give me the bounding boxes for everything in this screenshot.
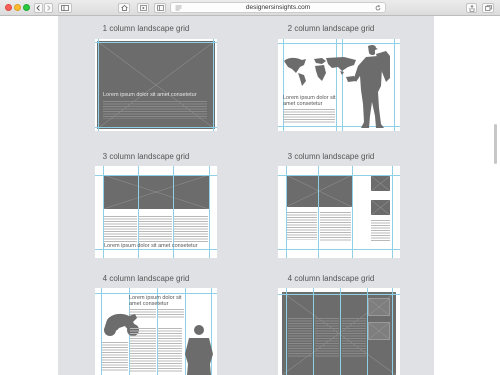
person-silhouette [185, 325, 213, 375]
grid-thumbnail-3col-a[interactable]: Lorem ipsum dolor sit amet consetetur [95, 166, 217, 258]
grid-thumbnail-1col[interactable]: Lorem ipsum dolor sit amet consetetur [95, 39, 217, 131]
grid-thumbnail-4col-a[interactable]: Lorem ipsum dolor sit amet consetetur [95, 288, 217, 375]
home-icon [120, 5, 128, 11]
grid-title-4: 3 column landscape grid [287, 152, 375, 161]
grid-thumbnail-3col-b[interactable] [278, 166, 400, 258]
share-icon [469, 4, 474, 12]
share-button[interactable] [466, 3, 477, 13]
zoom-window-button[interactable] [23, 4, 30, 11]
minimize-window-button[interactable] [14, 4, 21, 11]
grid-title-6: 4 column landscape grid [287, 274, 375, 283]
play-icon [139, 5, 147, 11]
grid-title-3: 3 column landscape grid [102, 152, 190, 161]
image-placeholder-small-1 [371, 176, 390, 191]
home-button[interactable] [118, 3, 130, 13]
chevron-left-icon [36, 5, 40, 11]
sidebar-button[interactable] [58, 3, 72, 13]
back-button[interactable] [34, 3, 43, 13]
web-page: 1 column landscape grid 2 column landsca… [0, 16, 500, 375]
image-placeholder-small-2 [371, 200, 390, 215]
image-placeholder-large [286, 175, 352, 207]
grid-title-1: 1 column landscape grid [102, 24, 190, 33]
tabs-icon [484, 5, 492, 11]
scrollbar-thumb[interactable] [494, 124, 497, 164]
address-bar[interactable]: designersinsights.com [170, 2, 386, 13]
hiker-silhouette [354, 44, 390, 128]
reload-icon[interactable] [375, 5, 381, 11]
lorem-heading: Lorem ipsum dolor sit amet consetetur [103, 92, 197, 98]
grid-thumbnail-4col-b[interactable] [278, 288, 400, 375]
lorem-line-2: amet consetetur [129, 301, 169, 307]
url-text: designersinsights.com [245, 4, 311, 11]
close-window-button[interactable] [5, 4, 12, 11]
media-button[interactable] [137, 3, 149, 13]
lorem-caption: Lorem ipsum dolor sit amet consetetur [104, 243, 198, 249]
scrollbar[interactable] [490, 16, 500, 375]
lorem-line-2: amet consetetur [283, 101, 323, 107]
forward-button[interactable] [44, 3, 53, 13]
image-placeholder [103, 175, 209, 209]
image-placeholder-small-2 [368, 322, 390, 340]
grid-title-5: 4 column landscape grid [102, 274, 190, 283]
chevron-right-icon [47, 5, 51, 11]
browser-toolbar: designersinsights.com [0, 0, 500, 16]
layout-icon [156, 5, 164, 11]
grid-title-2: 2 column landscape grid [287, 24, 375, 33]
image-placeholder-small-1 [368, 298, 390, 316]
tabs-button[interactable] [482, 3, 494, 13]
grid-thumbnail-2col[interactable]: Lorem ipsum dolor sit amet consetetur [278, 39, 400, 131]
page-content: 1 column landscape grid 2 column landsca… [58, 16, 434, 375]
layout-button[interactable] [154, 3, 166, 13]
sidebar-icon [61, 5, 69, 11]
